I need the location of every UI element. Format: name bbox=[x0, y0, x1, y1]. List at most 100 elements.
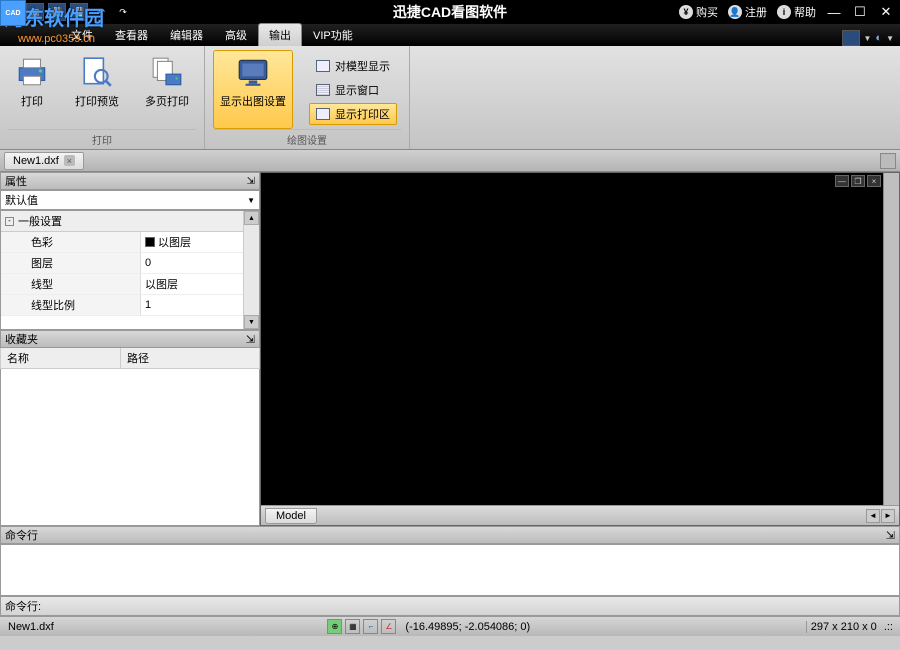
prop-row-linetype[interactable]: 线型以图层 bbox=[1, 274, 259, 295]
ribbon-help-icon[interactable]: ◐ bbox=[875, 32, 882, 44]
canvas-window-controls: — ❐ × bbox=[835, 175, 881, 187]
canvas-scrollbar-v[interactable] bbox=[883, 173, 899, 505]
group-plot-title: 绘图设置 bbox=[213, 129, 401, 149]
collapse-icon[interactable]: - bbox=[5, 217, 14, 226]
show-layout-settings-button[interactable]: 显示出图设置 bbox=[213, 50, 293, 129]
favorites-title: 收藏夹 bbox=[5, 331, 38, 347]
status-grid-icon[interactable]: ▦ bbox=[345, 619, 360, 634]
tab-file[interactable]: 文件 bbox=[60, 23, 104, 46]
tab-nav-right-icon[interactable]: ► bbox=[881, 509, 895, 523]
scroll-up-icon[interactable]: ▲ bbox=[244, 211, 259, 225]
drawing-canvas[interactable]: — ❐ × bbox=[261, 173, 883, 505]
col-name[interactable]: 名称 bbox=[1, 348, 121, 368]
workspace: 属性 ⇲ 默认值 ▼ -一般设置 色彩以图层 图层0 线型以图层 线型比例1 ▲… bbox=[0, 172, 900, 526]
ribbon-tabs-right: ▼ ◐ ▼ bbox=[842, 30, 900, 46]
status-ortho-icon[interactable]: ⌐ bbox=[363, 619, 378, 634]
preview-label: 打印预览 bbox=[75, 93, 119, 109]
ribbon-style-icon[interactable] bbox=[842, 30, 860, 46]
prop-row-layer[interactable]: 图层0 bbox=[1, 253, 259, 274]
status-filename: New1.dxf bbox=[4, 621, 58, 633]
model-display-icon bbox=[316, 60, 330, 72]
chevron-down-icon[interactable]: ▼ bbox=[886, 34, 894, 43]
quick-access-toolbar: ▦ ▣ 💾 💾 ↶ ↷ bbox=[0, 3, 132, 21]
canvas-minimize-icon[interactable]: — bbox=[835, 175, 849, 187]
scroll-down-icon[interactable]: ▼ bbox=[244, 315, 259, 329]
coin-icon: ¥ bbox=[679, 5, 693, 19]
app-title: 迅捷CAD看图软件 bbox=[393, 2, 507, 22]
command-input[interactable] bbox=[43, 600, 895, 612]
pin-icon[interactable]: ⇲ bbox=[246, 333, 255, 346]
qat-undo-icon[interactable]: ↶ bbox=[92, 3, 110, 21]
canvas-restore-icon[interactable]: ❐ bbox=[851, 175, 865, 187]
qat-redo-icon[interactable]: ↷ bbox=[114, 3, 132, 21]
properties-panel-header[interactable]: 属性 ⇲ bbox=[0, 172, 260, 190]
prop-category[interactable]: -一般设置 bbox=[1, 211, 259, 232]
left-panels: 属性 ⇲ 默认值 ▼ -一般设置 色彩以图层 图层0 线型以图层 线型比例1 ▲… bbox=[0, 172, 260, 526]
opt-model-display[interactable]: 对模型显示 bbox=[309, 55, 397, 77]
pin-icon[interactable]: ⇲ bbox=[886, 529, 895, 542]
col-path[interactable]: 路径 bbox=[121, 348, 155, 368]
multi-print-button[interactable]: 多页打印 bbox=[138, 50, 196, 129]
pin-icon[interactable]: ⇲ bbox=[247, 176, 255, 187]
group-print-title: 打印 bbox=[8, 129, 196, 149]
favorites-list[interactable] bbox=[0, 369, 260, 526]
register-button[interactable]: 👤注册 bbox=[728, 4, 767, 20]
multi-label: 多页打印 bbox=[145, 93, 189, 109]
close-tab-icon[interactable]: × bbox=[64, 155, 75, 166]
prop-row-color[interactable]: 色彩以图层 bbox=[1, 232, 259, 253]
scrollbar[interactable]: ▲▼ bbox=[243, 211, 259, 329]
model-tab[interactable]: Model bbox=[265, 508, 317, 524]
print-button[interactable]: 打印 bbox=[8, 50, 56, 129]
layout-label: 显示出图设置 bbox=[220, 93, 286, 109]
document-tab[interactable]: New1.dxf × bbox=[4, 152, 84, 170]
close-button[interactable]: ✕ bbox=[878, 4, 894, 20]
qat-open-icon[interactable]: ▣ bbox=[26, 3, 44, 21]
command-history[interactable] bbox=[0, 544, 900, 596]
qat-saveas-icon[interactable]: 💾 bbox=[70, 3, 88, 21]
prop-row-ltscale[interactable]: 线型比例1 bbox=[1, 295, 259, 316]
status-polar-icon[interactable]: ∠ bbox=[381, 619, 396, 634]
doc-tabs-menu-icon[interactable] bbox=[880, 153, 896, 169]
chevron-down-icon[interactable]: ▼ bbox=[864, 34, 872, 43]
window-icon bbox=[316, 84, 330, 96]
tab-viewer[interactable]: 查看器 bbox=[104, 23, 159, 46]
user-icon: 👤 bbox=[728, 5, 742, 19]
info-icon: i bbox=[777, 5, 791, 19]
ribbon-tabs: 文件 查看器 编辑器 高级 输出 VIP功能 ▼ ◐ ▼ bbox=[0, 24, 900, 46]
favorites-panel-header[interactable]: 收藏夹 ⇲ bbox=[0, 330, 260, 348]
help-button[interactable]: i帮助 bbox=[777, 4, 816, 20]
status-dimensions: 297 x 210 x 0 bbox=[806, 621, 881, 633]
document-tabs: New1.dxf × bbox=[0, 150, 900, 172]
qat-new-icon[interactable]: ▦ bbox=[4, 3, 22, 21]
properties-title: 属性 bbox=[5, 173, 27, 189]
command-title: 命令行 bbox=[5, 527, 38, 543]
group-plot-settings: 显示出图设置 对模型显示 显示窗口 显示打印区 绘图设置 bbox=[205, 46, 410, 149]
command-line: 命令行: bbox=[0, 596, 900, 616]
tab-output[interactable]: 输出 bbox=[258, 23, 302, 46]
document-tab-label: New1.dxf bbox=[13, 155, 59, 167]
minimize-button[interactable]: — bbox=[826, 4, 842, 20]
tab-nav-left-icon[interactable]: ◄ bbox=[866, 509, 880, 523]
maximize-button[interactable]: ☐ bbox=[852, 4, 868, 20]
qat-save-icon[interactable]: 💾 bbox=[48, 3, 66, 21]
properties-grid: -一般设置 色彩以图层 图层0 线型以图层 线型比例1 ▲▼ bbox=[0, 210, 260, 330]
magnifier-page-icon bbox=[80, 55, 114, 89]
command-panel-header[interactable]: 命令行 ⇲ bbox=[0, 526, 900, 544]
printer-icon bbox=[15, 55, 49, 89]
opt-show-print-area[interactable]: 显示打印区 bbox=[309, 103, 397, 125]
tab-advanced[interactable]: 高级 bbox=[214, 23, 258, 46]
tab-editor[interactable]: 编辑器 bbox=[159, 23, 214, 46]
color-swatch-icon bbox=[145, 237, 155, 247]
canvas-close-icon[interactable]: × bbox=[867, 175, 881, 187]
buy-button[interactable]: ¥购买 bbox=[679, 4, 718, 20]
print-area-icon bbox=[316, 108, 330, 120]
print-label: 打印 bbox=[21, 93, 43, 109]
canvas-area: — ❐ × Model ◄ ► bbox=[260, 172, 900, 526]
multi-page-printer-icon bbox=[150, 55, 184, 89]
tab-vip[interactable]: VIP功能 bbox=[302, 23, 364, 46]
status-snap-icon[interactable]: ⊕ bbox=[327, 619, 342, 634]
print-preview-button[interactable]: 打印预览 bbox=[68, 50, 126, 129]
properties-combo[interactable]: 默认值 ▼ bbox=[0, 190, 260, 210]
model-tab-bar: Model ◄ ► bbox=[261, 505, 899, 525]
opt-show-window[interactable]: 显示窗口 bbox=[309, 79, 397, 101]
